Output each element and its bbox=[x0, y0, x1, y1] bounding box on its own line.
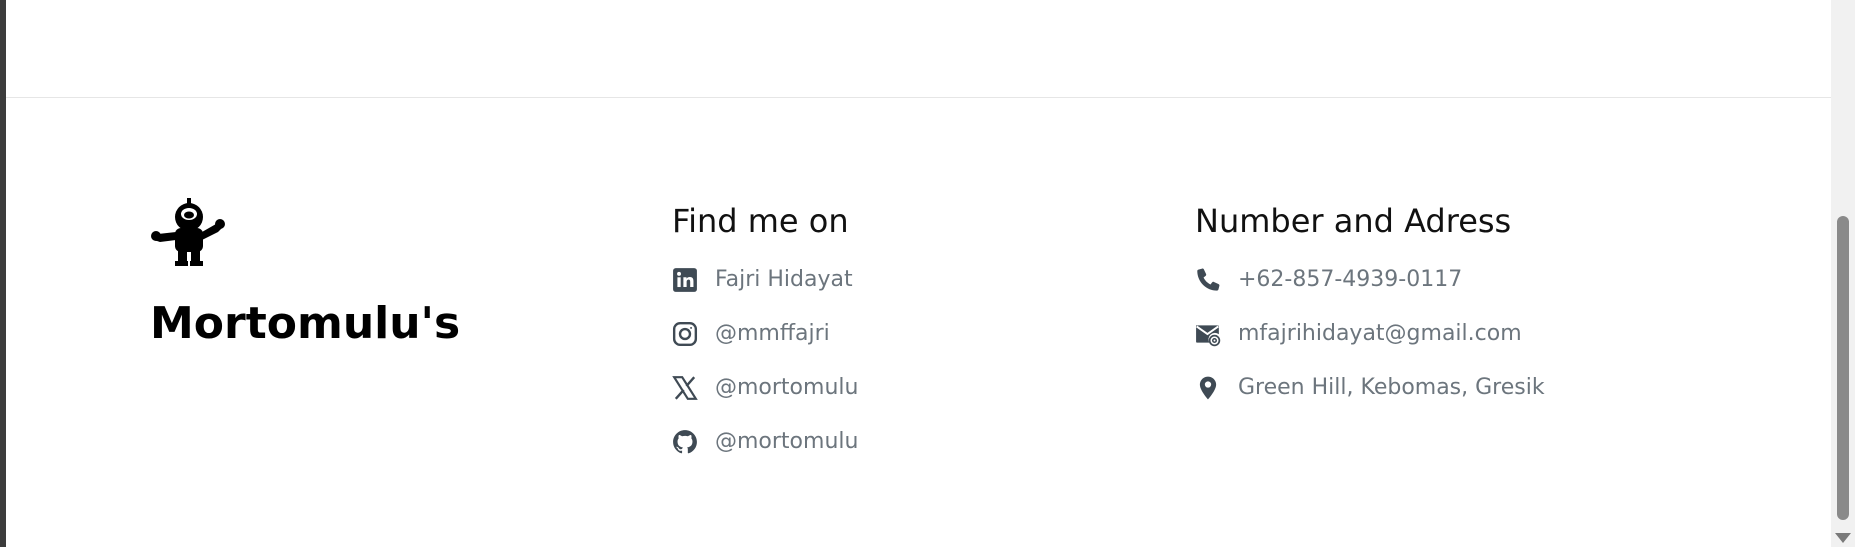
address-label: Green Hill, Kebomas, Gresik bbox=[1238, 375, 1545, 400]
scroll-down-arrow-icon[interactable] bbox=[1835, 533, 1851, 543]
contact-section: Number and Adress +62-857-4939-0117 mfaj… bbox=[1195, 198, 1545, 415]
x-twitter-icon bbox=[672, 375, 698, 401]
footer-divider bbox=[6, 97, 1831, 98]
window-left-edge bbox=[0, 0, 6, 547]
social-heading: Find me on bbox=[672, 202, 849, 240]
brand-name: Mortomulu's bbox=[150, 298, 461, 349]
x-twitter-link[interactable]: @mortomulu bbox=[672, 361, 858, 415]
email-icon bbox=[1195, 321, 1221, 347]
social-links-section: Find me on Fajri Hidayat @mmffajri @mort… bbox=[672, 198, 858, 469]
linkedin-label: Fajri Hidayat bbox=[715, 267, 853, 292]
instagram-icon bbox=[672, 321, 698, 347]
x-twitter-label: @mortomulu bbox=[715, 375, 859, 400]
vertical-scrollbar[interactable] bbox=[1831, 0, 1855, 547]
email-label: mfajrihidayat@gmail.com bbox=[1238, 321, 1522, 346]
linkedin-link[interactable]: Fajri Hidayat bbox=[672, 253, 858, 307]
phone-label: +62-857-4939-0117 bbox=[1238, 267, 1463, 292]
astronaut-icon[interactable] bbox=[150, 198, 226, 266]
linkedin-icon bbox=[672, 267, 698, 293]
phone-icon bbox=[1195, 267, 1221, 293]
contact-list: +62-857-4939-0117 mfajrihidayat@gmail.co… bbox=[1195, 253, 1545, 415]
phone-link[interactable]: +62-857-4939-0117 bbox=[1195, 253, 1545, 307]
address-link[interactable]: Green Hill, Kebomas, Gresik bbox=[1195, 361, 1545, 415]
social-list: Fajri Hidayat @mmffajri @mortomulu @mort… bbox=[672, 253, 858, 469]
github-label: @mortomulu bbox=[715, 429, 859, 454]
github-icon bbox=[672, 429, 698, 455]
contact-heading: Number and Adress bbox=[1195, 202, 1512, 240]
location-pin-icon bbox=[1195, 375, 1221, 401]
instagram-link[interactable]: @mmffajri bbox=[672, 307, 858, 361]
instagram-label: @mmffajri bbox=[715, 321, 830, 346]
scrollbar-thumb[interactable] bbox=[1837, 216, 1849, 520]
github-link[interactable]: @mortomulu bbox=[672, 415, 858, 469]
email-link[interactable]: mfajrihidayat@gmail.com bbox=[1195, 307, 1545, 361]
page-viewport: Mortomulu's Find me on Fajri Hidayat @mm… bbox=[0, 0, 1855, 547]
